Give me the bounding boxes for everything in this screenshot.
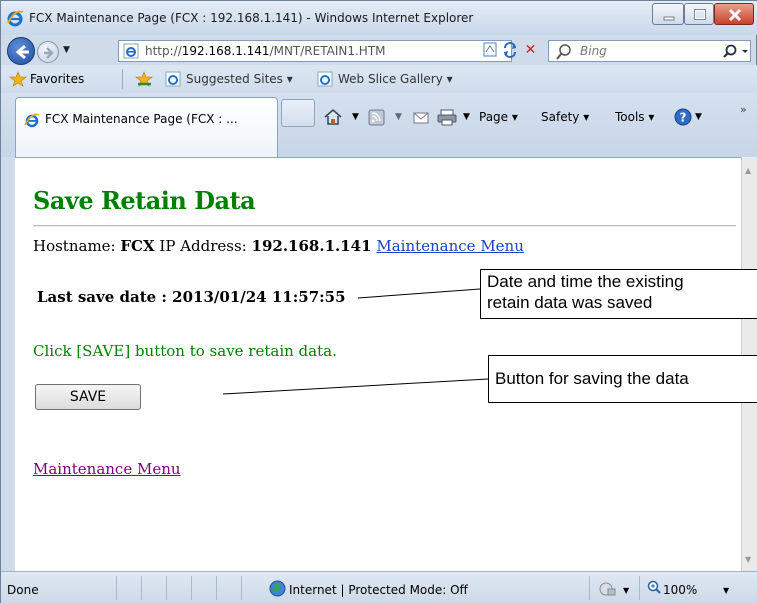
date-callout-leader [357, 288, 481, 299]
button-callout: Button for saving the data [488, 355, 757, 403]
browser-window: FCX Maintenance Page (FCX : 192.168.1.14… [0, 0, 757, 603]
date-callout: Date and time the existing retain data w… [480, 269, 757, 319]
date-callout-line1: Date and time the existing [487, 272, 684, 291]
date-callout-line2: retain data was saved [487, 293, 653, 312]
button-callout-text: Button for saving the data [495, 369, 689, 388]
button-callout-leader [222, 378, 489, 395]
